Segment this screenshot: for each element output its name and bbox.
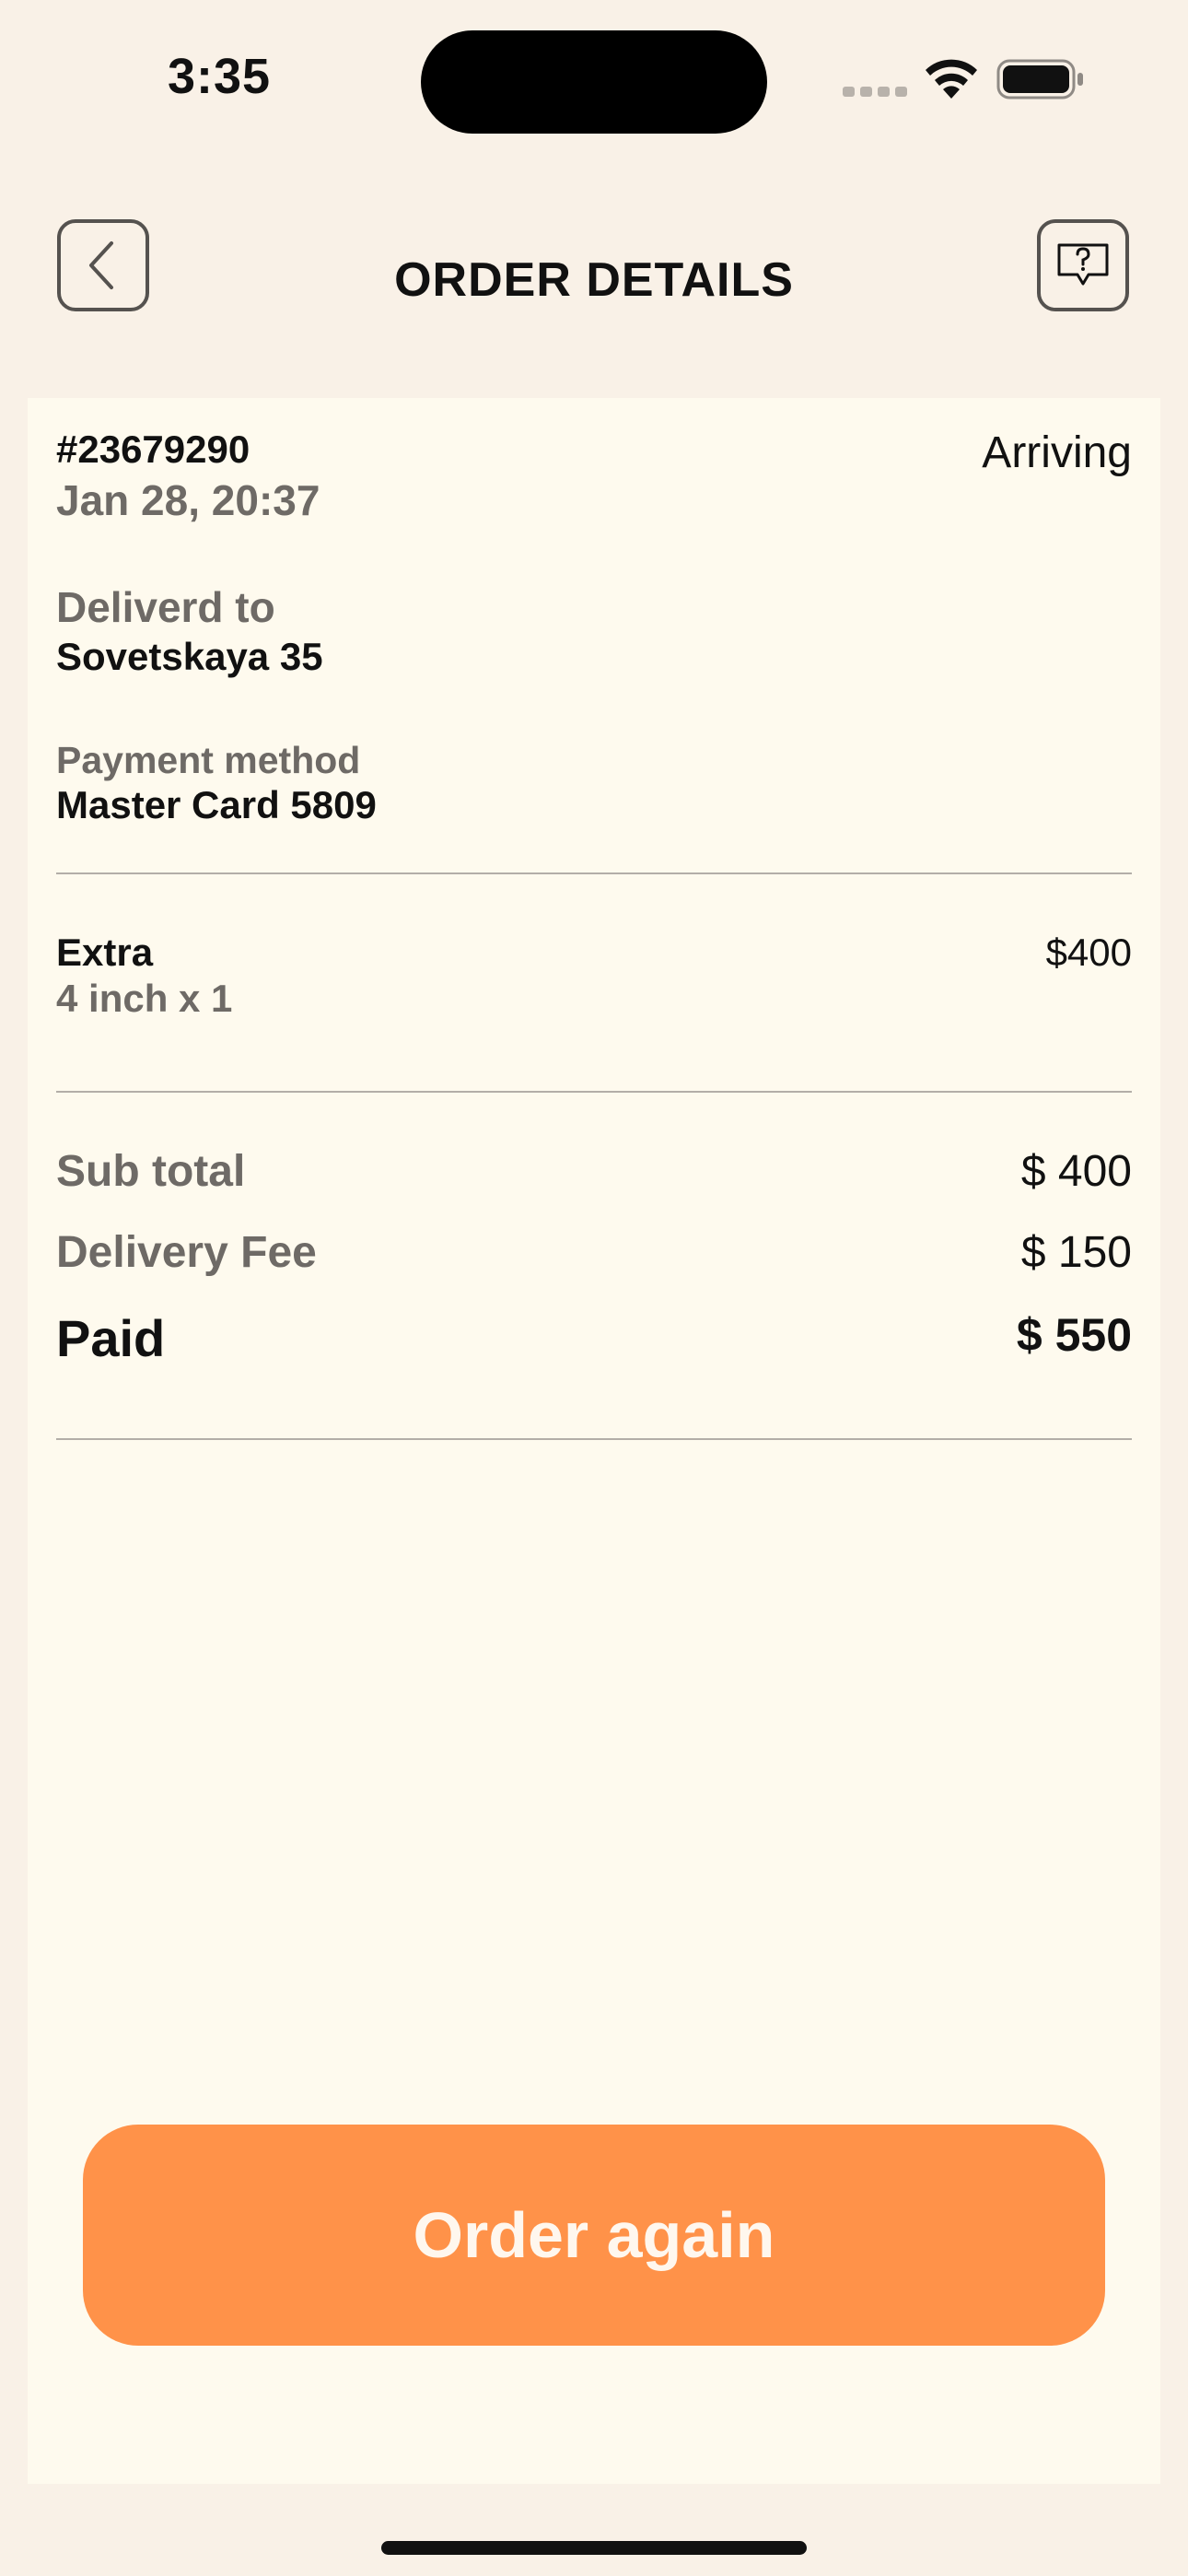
battery-icon (996, 59, 1083, 100)
paid-label: Paid (56, 1309, 166, 1367)
status-time: 3:35 (168, 49, 272, 104)
dynamic-island (421, 30, 767, 134)
status-bar: 3:35 (0, 0, 1188, 166)
wifi-icon (926, 59, 977, 99)
delivered-to-label: Deliverd to (56, 583, 275, 631)
help-chat-icon (1057, 243, 1109, 286)
delivery-fee-value: $ 150 (1020, 1228, 1132, 1277)
divider (56, 1438, 1132, 1440)
item-name: Extra (56, 931, 154, 974)
subtotal-label: Sub total (56, 1147, 246, 1196)
cellular-signal-icon (843, 87, 907, 97)
order-date: Jan 28, 20:37 (56, 476, 320, 524)
home-indicator[interactable] (381, 2541, 807, 2555)
delivery-fee-label: Delivery Fee (56, 1228, 317, 1277)
subtotal-value: $ 400 (1020, 1147, 1132, 1196)
order-id: #23679290 (56, 427, 250, 471)
payment-method-label: Payment method (56, 739, 361, 781)
order-status: Arriving (982, 428, 1132, 477)
delivered-to-address: Sovetskaya 35 (56, 635, 323, 678)
divider (56, 872, 1132, 874)
help-button[interactable] (1037, 219, 1129, 311)
page-title: ORDER DETAILS (394, 253, 794, 307)
order-again-button[interactable]: Order again (83, 2125, 1105, 2346)
paid-value: $ 550 (1016, 1309, 1132, 1361)
item-detail: 4 inch x 1 (56, 977, 233, 1020)
order-details-card: #23679290 Jan 28, 20:37 Arriving Deliver… (28, 398, 1160, 2484)
item-price: $400 (1045, 931, 1132, 974)
divider (56, 1091, 1132, 1093)
payment-method-value: Master Card 5809 (56, 783, 377, 826)
nav-header: ORDER DETAILS (0, 212, 1188, 322)
